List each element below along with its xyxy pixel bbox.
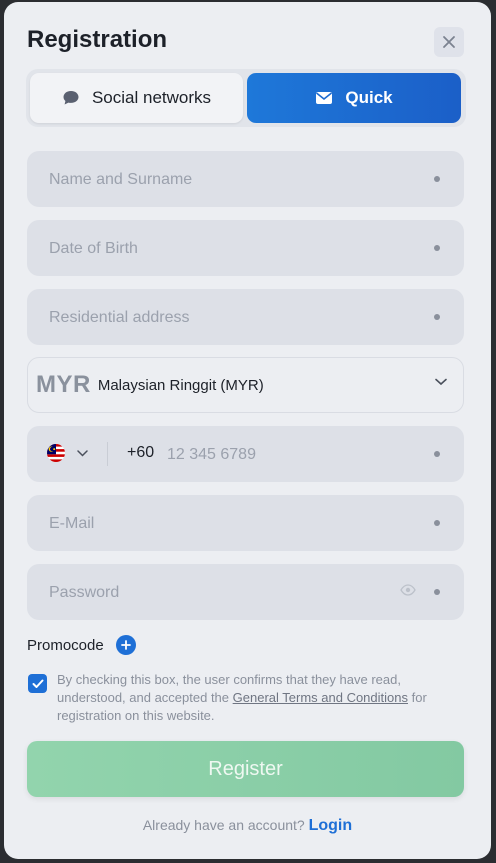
registration-tabs: Social networks Quick — [26, 69, 466, 127]
name-field — [27, 151, 464, 209]
country-code-select[interactable] — [47, 444, 88, 462]
terms-link[interactable]: General Terms and Conditions — [233, 690, 408, 705]
chevron-down-icon — [435, 378, 447, 386]
register-button[interactable]: Register — [27, 741, 464, 797]
login-link[interactable]: Login — [309, 817, 353, 834]
dob-field — [27, 220, 464, 278]
page-title: Registration — [27, 26, 168, 53]
tab-social-label: Social networks — [91, 88, 212, 107]
envelope-icon — [316, 92, 333, 104]
add-promocode-button[interactable] — [115, 635, 136, 655]
required-indicator — [434, 245, 440, 251]
promocode-label: Promocode — [27, 636, 104, 654]
promocode-row: Promocode — [27, 635, 136, 655]
required-indicator — [434, 451, 440, 457]
address-field — [27, 289, 464, 347]
login-prompt: Already have an account? — [142, 817, 305, 833]
tab-quick-label: Quick — [345, 88, 393, 107]
divider — [107, 442, 108, 466]
registration-modal: Registration Social networks Quick Name … — [4, 2, 491, 859]
required-indicator — [434, 314, 440, 320]
required-indicator — [434, 520, 440, 526]
eye-icon[interactable] — [400, 584, 416, 596]
currency-select[interactable]: MYR Malaysian Ringgit (MYR) — [27, 357, 464, 413]
phone-prefix: +60 — [127, 444, 155, 461]
required-indicator — [434, 589, 440, 595]
tab-social-networks[interactable]: Social networks — [30, 73, 243, 123]
email-input[interactable] — [47, 495, 411, 553]
phone-field: +60 — [27, 426, 464, 484]
currency-name: Malaysian Ringgit (MYR) — [97, 376, 264, 394]
currency-code: MYR — [36, 371, 91, 398]
terms-text: By checking this box, the user confirms … — [57, 671, 457, 725]
chevron-down-icon — [77, 449, 88, 457]
terms-checkbox[interactable] — [28, 674, 47, 693]
tab-quick[interactable]: Quick — [247, 73, 461, 123]
required-indicator — [434, 176, 440, 182]
password-field — [27, 564, 464, 622]
address-input[interactable] — [47, 289, 411, 347]
email-field — [27, 495, 464, 553]
checkmark-icon — [32, 679, 43, 688]
login-row: Already have an account? Login — [4, 817, 491, 835]
plus-icon — [120, 640, 131, 650]
phone-input[interactable] — [165, 426, 399, 484]
name-input[interactable] — [47, 151, 411, 209]
dob-input[interactable] — [47, 220, 411, 278]
malaysia-flag-icon — [47, 444, 65, 462]
password-input[interactable] — [47, 564, 411, 622]
chat-bubble-icon — [63, 91, 79, 105]
close-button[interactable] — [434, 27, 464, 57]
close-icon — [443, 36, 455, 48]
